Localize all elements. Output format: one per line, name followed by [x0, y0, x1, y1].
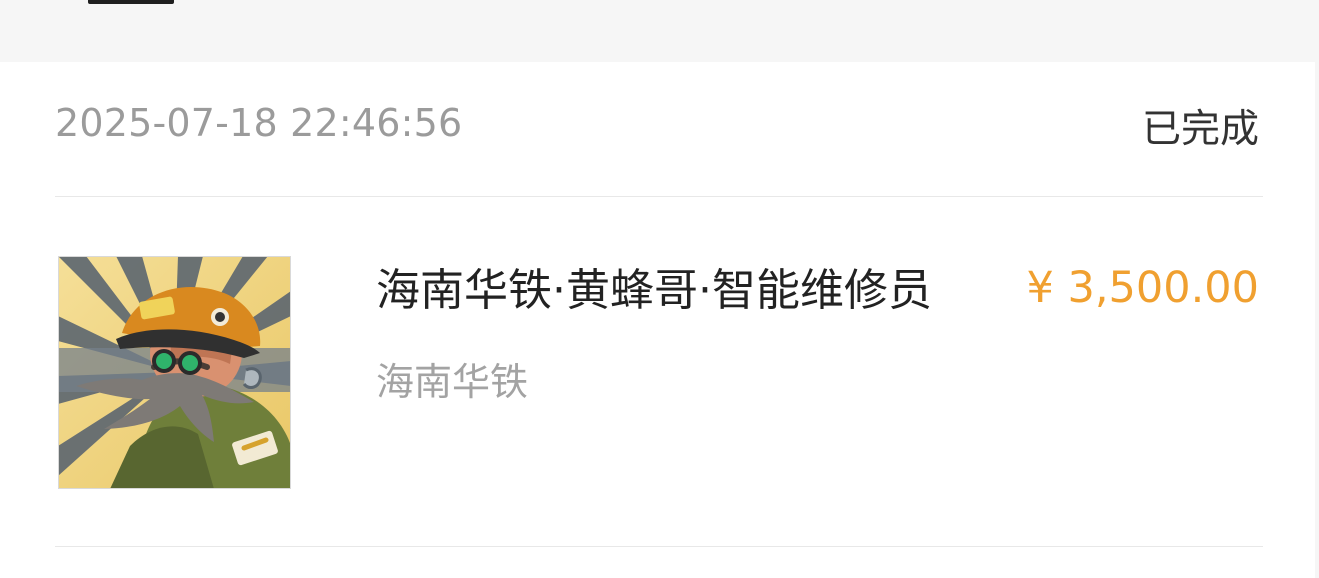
product-title[interactable]: 海南华铁·黄蜂哥·智能维修员 — [376, 265, 932, 317]
product-price: ¥ 3,500.00 — [1026, 263, 1259, 313]
product-thumbnail[interactable] — [58, 256, 291, 489]
order-screen: 2025-07-18 22:46:56 已完成 海南华铁·黄蜂哥·智能维修员 海… — [0, 0, 1319, 578]
order-datetime: 2025-07-18 22:46:56 — [55, 101, 463, 145]
top-tab-indicator — [88, 0, 174, 4]
right-edge-gap — [1315, 0, 1319, 578]
card-divider-top — [55, 196, 1263, 197]
order-card[interactable]: 2025-07-18 22:46:56 已完成 海南华铁·黄蜂哥·智能维修员 海… — [0, 62, 1315, 578]
mechanic-avatar-image — [58, 256, 291, 489]
order-status: 已完成 — [1141, 107, 1259, 152]
card-divider-bottom — [55, 546, 1263, 547]
product-shop-name: 海南华铁 — [376, 360, 529, 404]
